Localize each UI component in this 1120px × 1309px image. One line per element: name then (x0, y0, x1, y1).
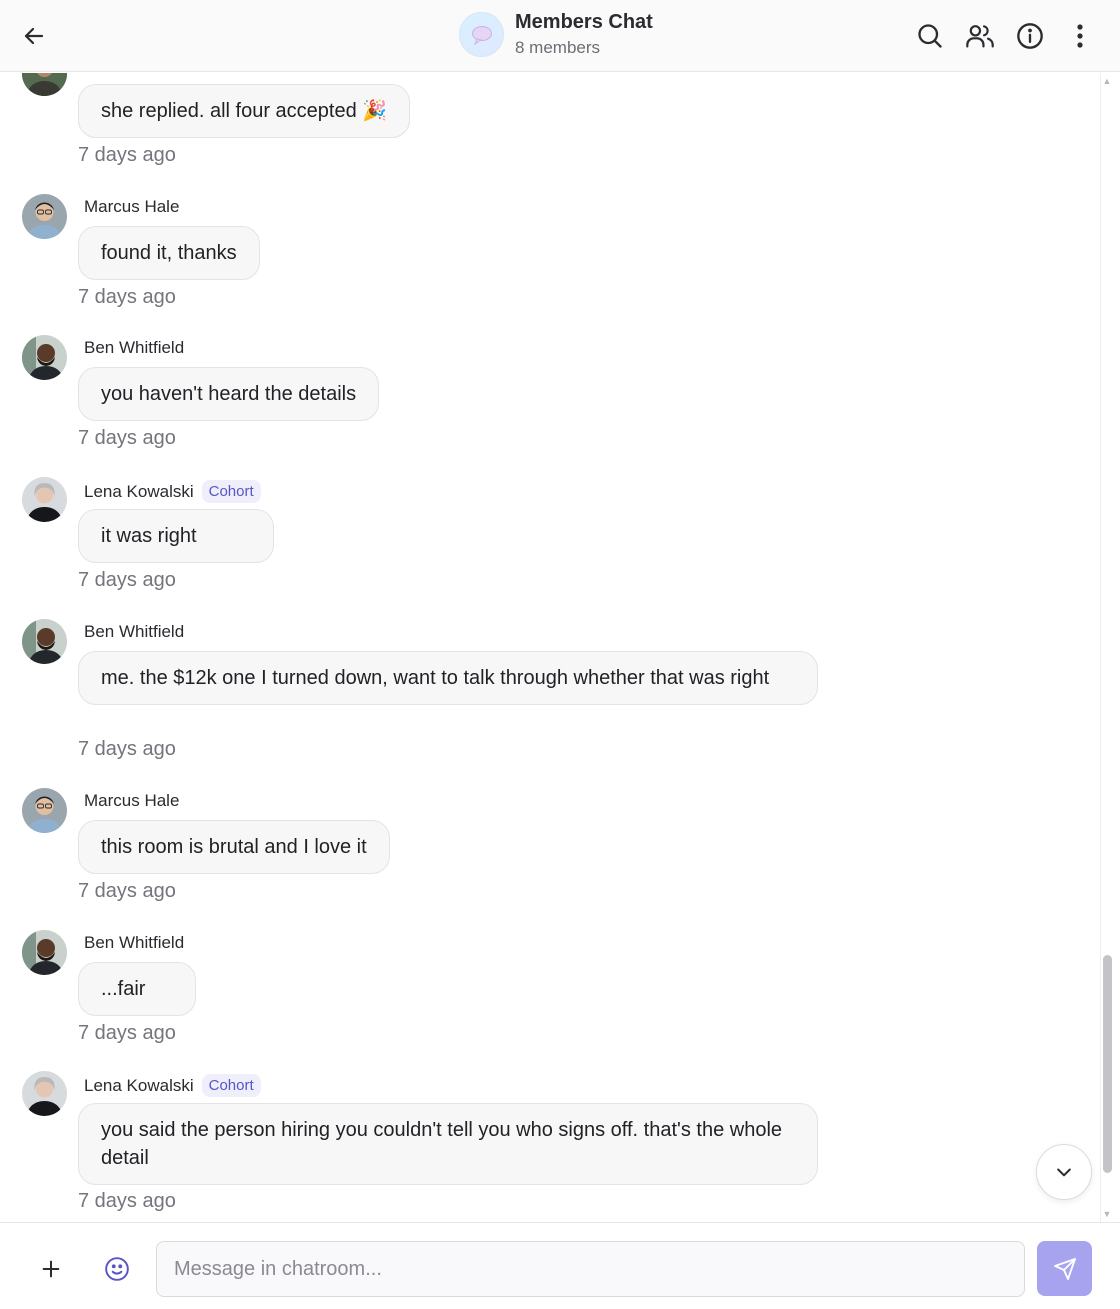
message-timestamp: 7 days ago (78, 427, 176, 449)
scroll-down-arrow[interactable]: ▼ (1102, 1209, 1112, 1219)
message-input[interactable] (156, 1241, 1025, 1297)
sender-name: Marcus Hale (84, 791, 180, 810)
message-list[interactable]: she replied. all four accepted 🎉 7 days … (0, 73, 1100, 1222)
avatar[interactable] (22, 73, 67, 96)
room-avatar (459, 12, 504, 57)
plus-icon (42, 1260, 60, 1278)
sender-name: Ben Whitfield (84, 933, 185, 952)
avatar-photo (22, 930, 67, 975)
message-bubble[interactable]: you haven't heard the details (78, 367, 380, 421)
sender-name: Lena Kowalski Cohort (84, 480, 261, 503)
sender-name-text: Lena Kowalski (84, 482, 194, 501)
sender-name: Lena Kowalski Cohort (84, 1074, 261, 1097)
avatar[interactable] (22, 930, 67, 975)
back-button[interactable] (14, 16, 54, 56)
room-member-count: 8 members (515, 38, 601, 57)
message-timestamp: 7 days ago (78, 569, 176, 591)
message-timestamp: 7 days ago (78, 1022, 176, 1044)
avatar[interactable] (22, 477, 67, 522)
emoji-button[interactable] (95, 1247, 139, 1291)
chat-bubble-icon (471, 25, 492, 45)
avatar-photo (22, 477, 67, 522)
avatar-photo (22, 335, 67, 380)
avatar-photo (22, 73, 67, 96)
more-vertical-icon (1077, 24, 1083, 48)
scrollbar-thumb[interactable] (1103, 955, 1112, 1173)
cohort-badge: Cohort (201, 1074, 261, 1097)
message-bubble[interactable]: it was right (78, 509, 274, 563)
sender-name-text: Lena Kowalski (84, 1076, 194, 1095)
avatar[interactable] (22, 788, 67, 833)
send-icon (1053, 1257, 1076, 1280)
send-button[interactable] (1037, 1241, 1092, 1296)
message-timestamp: 7 days ago (78, 1190, 176, 1212)
message-bubble[interactable]: she replied. all four accepted 🎉 (78, 84, 411, 138)
message-bubble[interactable]: you said the person hiring you couldn't … (78, 1103, 818, 1185)
message-timestamp: 7 days ago (78, 738, 176, 760)
sender-name: Ben Whitfield (84, 622, 185, 641)
members-button[interactable] (958, 14, 1002, 58)
back-arrow-icon (24, 27, 44, 45)
message-bubble[interactable]: found it, thanks (78, 226, 260, 280)
search-button[interactable] (908, 14, 952, 58)
message-timestamp: 7 days ago (78, 286, 176, 308)
avatar-photo (22, 194, 67, 239)
info-icon (1017, 23, 1043, 49)
members-icon (966, 25, 994, 48)
message-composer (0, 1222, 1120, 1309)
scroll-up-arrow[interactable]: ▲ (1102, 76, 1112, 86)
room-title: Members Chat (515, 11, 653, 33)
avatar[interactable] (22, 619, 67, 664)
avatar[interactable] (22, 335, 67, 380)
message-bubble[interactable]: this room is brutal and I love it (78, 820, 390, 874)
more-options-button[interactable] (1058, 14, 1102, 58)
message-timestamp: 7 days ago (78, 144, 176, 166)
attach-button[interactable] (29, 1247, 73, 1291)
search-icon (918, 24, 942, 48)
message-bubble[interactable]: ...fair (78, 962, 196, 1016)
avatar-photo (22, 1071, 67, 1116)
scroll-to-bottom-button[interactable] (1036, 1144, 1092, 1200)
info-button[interactable] (1008, 14, 1052, 58)
avatar[interactable] (22, 194, 67, 239)
chevron-down-icon (1057, 1168, 1071, 1177)
avatar-photo (22, 619, 67, 664)
message-timestamp: 7 days ago (78, 880, 176, 902)
chat-header: Members Chat 8 members (0, 0, 1120, 72)
cohort-badge: Cohort (201, 480, 261, 503)
sender-name: Marcus Hale (84, 197, 180, 216)
sender-name: Ben Whitfield (84, 338, 185, 357)
emoji-icon (105, 1257, 129, 1281)
avatar-photo (22, 788, 67, 833)
avatar[interactable] (22, 1071, 67, 1116)
message-bubble[interactable]: me. the $12k one I turned down, want to … (78, 651, 818, 705)
